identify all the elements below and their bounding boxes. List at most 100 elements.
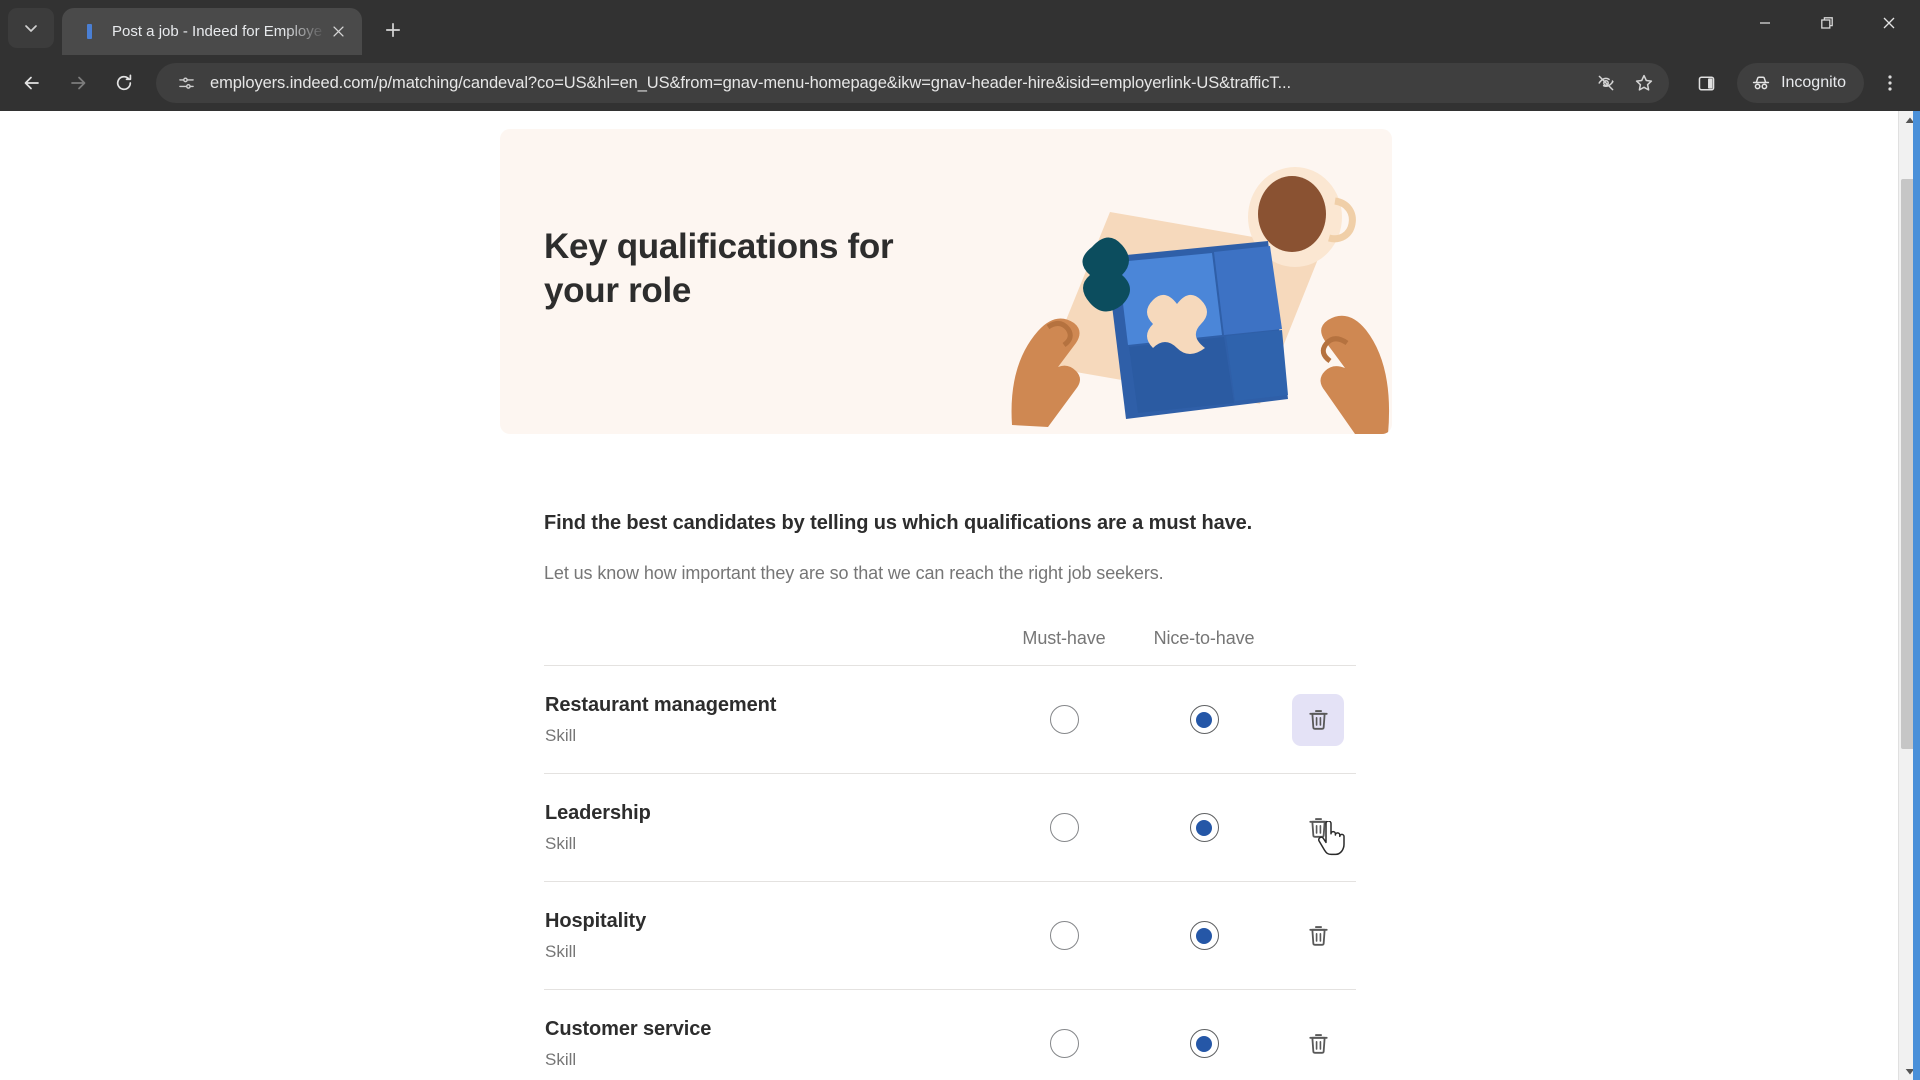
puzzle-hands-coffee-illustration: [1011, 167, 1390, 434]
page-viewport: Key qualifications for your role Find th…: [0, 111, 1920, 1080]
back-button[interactable]: [10, 61, 54, 105]
site-settings-button[interactable]: [172, 69, 200, 97]
url-text: employers.indeed.com/p/matching/candeval…: [210, 73, 1292, 92]
toolbar-right-group: Incognito: [1685, 61, 1910, 105]
window-focus-edge: [1913, 111, 1920, 1080]
restore-icon: [1821, 16, 1833, 29]
plus-icon: [385, 22, 401, 38]
nice-to-have-cell: [1128, 1029, 1280, 1058]
tracking-protection-button[interactable]: [1589, 66, 1623, 100]
intro-copy: Find the best candidates by telling us w…: [544, 512, 1364, 584]
must-have-cell: [1000, 921, 1128, 950]
close-window-button[interactable]: [1858, 0, 1920, 45]
table-column-headers: Must-have Nice-to-have: [544, 628, 1356, 665]
close-icon: [1883, 17, 1895, 28]
back-arrow-icon: [24, 76, 39, 90]
radio-must-have[interactable]: [1049, 1029, 1079, 1058]
delete-qualification-button[interactable]: [1292, 693, 1344, 746]
browser-toolbar: employers.indeed.com/p/matching/candeval…: [0, 55, 1920, 111]
delete-cell: [1280, 910, 1356, 962]
column-header-must-have: Must-have: [1022, 628, 1106, 648]
side-panel-button[interactable]: [1685, 62, 1727, 104]
reload-icon: [116, 74, 132, 91]
forward-button[interactable]: [56, 61, 100, 105]
qualification-info: Leadership Skill: [544, 802, 1000, 854]
qualification-name: Customer service: [545, 1017, 712, 1040]
incognito-icon: [1752, 76, 1770, 90]
tab-search-button[interactable]: [8, 8, 54, 48]
qualification-name: Leadership: [545, 801, 651, 824]
table-row: Leadership Skill: [544, 773, 1356, 881]
qualification-type: Skill: [545, 941, 577, 961]
delete-cell: [1280, 802, 1356, 854]
bookmark-button[interactable]: [1627, 66, 1661, 100]
forward-arrow-icon: [71, 76, 86, 90]
trash-icon: [1308, 710, 1328, 730]
qualification-info: Customer service Skill: [544, 1018, 1000, 1070]
trash-icon: [1308, 1034, 1328, 1054]
site-settings-icon: [178, 77, 194, 89]
tab-strip: Post a job - Indeed for Employe: [0, 0, 1920, 55]
page-content: Key qualifications for your role Find th…: [0, 111, 1898, 1080]
tab-close-button[interactable]: [326, 20, 350, 44]
chevron-down-icon: [25, 25, 37, 32]
radio-nice-to-have[interactable]: [1189, 705, 1219, 734]
nice-to-have-cell: [1128, 813, 1280, 842]
radio-nice-to-have[interactable]: [1189, 1029, 1219, 1058]
page-scrollbar[interactable]: [1898, 111, 1920, 1080]
delete-cell: [1280, 693, 1356, 746]
radio-nice-to-have[interactable]: [1189, 813, 1219, 842]
qualification-type: Skill: [545, 1049, 577, 1069]
must-have-cell: [1000, 705, 1128, 734]
minimize-button[interactable]: [1734, 0, 1796, 45]
indeed-candeval-page: Key qualifications for your role Find th…: [0, 111, 1898, 1080]
qualification-rows: Restaurant management Skill Leadership Skil…: [544, 665, 1356, 1080]
three-dot-menu-icon: [1888, 75, 1892, 91]
must-have-cell: [1000, 1029, 1128, 1058]
trash-icon: [1308, 926, 1328, 946]
page-title: Key qualifications for your role: [544, 227, 894, 311]
reload-button[interactable]: [102, 61, 146, 105]
trash-icon: [1308, 818, 1328, 838]
radio-must-have[interactable]: [1049, 921, 1079, 950]
side-panel-icon: [1698, 75, 1714, 91]
tab-title: Post a job - Indeed for Employe: [112, 23, 323, 40]
nice-to-have-cell: [1128, 705, 1280, 734]
chrome-menu-button[interactable]: [1870, 61, 1910, 105]
restore-button[interactable]: [1796, 0, 1858, 45]
qualifications-table: Must-have Nice-to-have Restaurant manage…: [544, 628, 1356, 1080]
radio-must-have[interactable]: [1049, 813, 1079, 842]
browser-tab[interactable]: Post a job - Indeed for Employe: [62, 8, 362, 55]
minimize-icon: [1760, 21, 1770, 24]
qualification-type: Skill: [545, 833, 577, 853]
radio-must-have[interactable]: [1049, 705, 1079, 734]
qualification-name: Restaurant management: [545, 693, 777, 716]
window-controls: [1734, 0, 1920, 55]
star-icon: [1635, 74, 1653, 91]
table-row: Hospitality Skill: [544, 881, 1356, 989]
qualification-info: Restaurant management Skill: [544, 694, 1000, 746]
qualification-info: Hospitality Skill: [544, 910, 1000, 962]
delete-qualification-button[interactable]: [1292, 802, 1344, 854]
qualification-name: Hospitality: [545, 909, 647, 932]
column-header-nice-to-have: Nice-to-have: [1153, 628, 1255, 648]
indeed-favicon: [80, 23, 98, 41]
eye-off-icon: [1598, 75, 1614, 91]
delete-qualification-button[interactable]: [1292, 910, 1344, 962]
sub-heading: Let us know how important they are so th…: [544, 563, 1164, 583]
browser-window: Post a job - Indeed for Employe employer…: [0, 0, 1920, 1080]
qualification-type: Skill: [545, 725, 577, 745]
table-row: Restaurant management Skill: [544, 665, 1356, 773]
lead-heading: Find the best candidates by telling us w…: [544, 512, 1253, 534]
nice-to-have-cell: [1128, 921, 1280, 950]
hero-banner: Key qualifications for your role: [500, 129, 1392, 434]
incognito-label: Incognito: [1781, 74, 1846, 91]
incognito-indicator[interactable]: Incognito: [1737, 63, 1864, 103]
new-tab-button[interactable]: [376, 13, 410, 47]
address-bar[interactable]: employers.indeed.com/p/matching/candeval…: [156, 63, 1670, 103]
delete-cell: [1280, 1018, 1356, 1070]
close-icon: [332, 26, 344, 37]
delete-qualification-button[interactable]: [1292, 1018, 1344, 1070]
table-row: Customer service Skill: [544, 989, 1356, 1080]
radio-nice-to-have[interactable]: [1189, 921, 1219, 950]
